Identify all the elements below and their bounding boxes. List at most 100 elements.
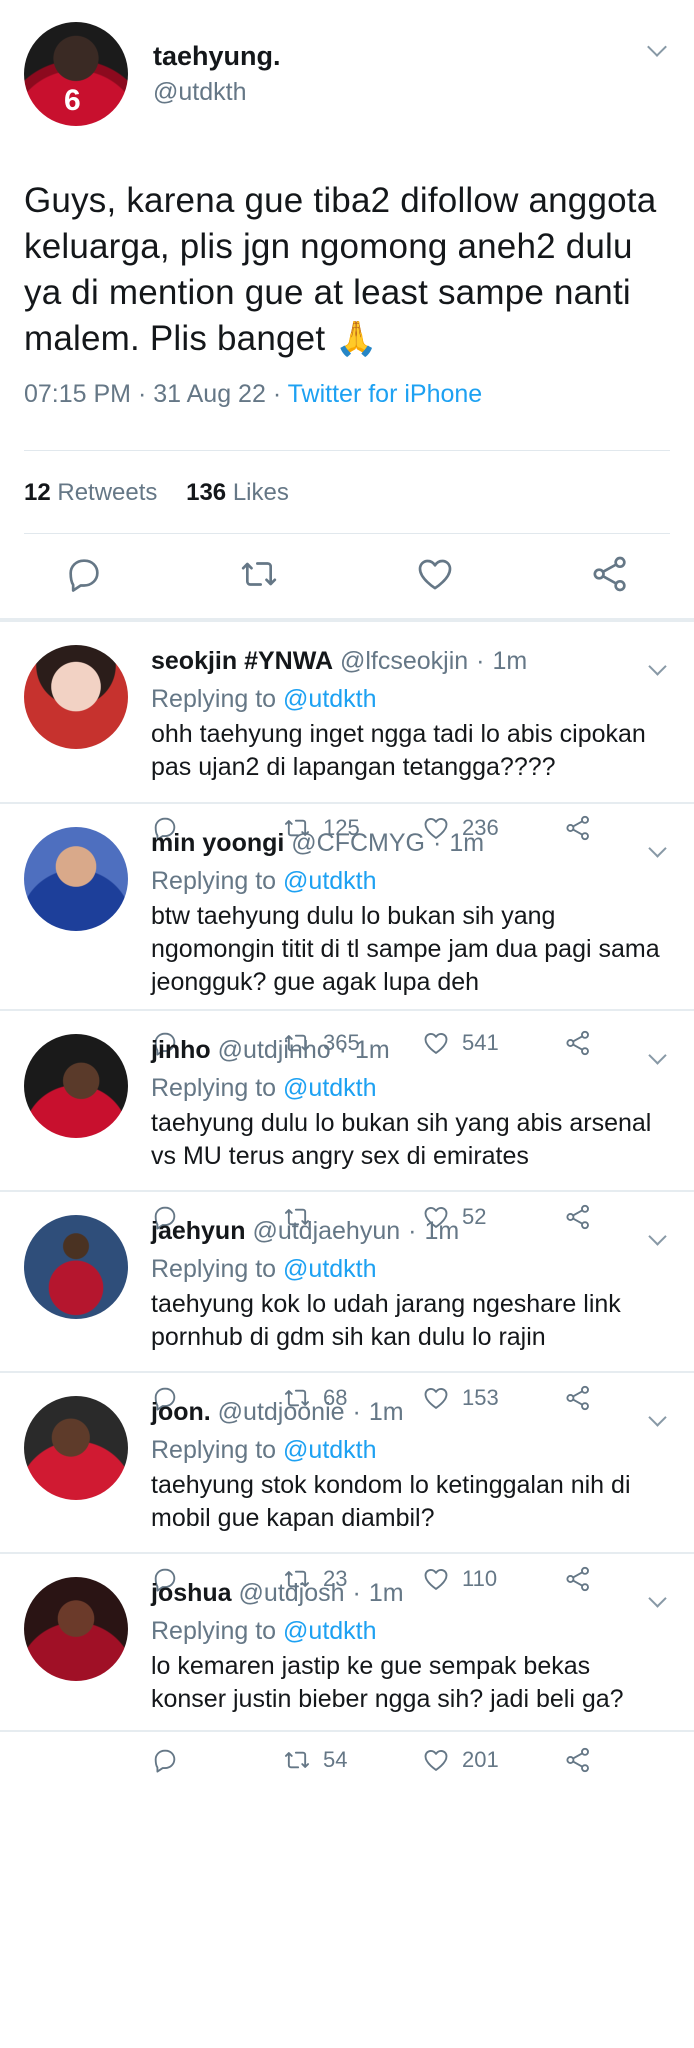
- reply-time: 1m: [424, 1217, 460, 1245]
- tweet-text: Guys, karena gue tiba2 difollow anggota …: [24, 178, 670, 362]
- reply-text: btw taehyung dulu lo bukan sih yang ngom…: [151, 902, 660, 996]
- reply-body: min yoongi @CFCMYG · 1m Replying to @utdkth…: [151, 826, 670, 1009]
- reply-author-handle[interactable]: @utdjosh: [239, 1579, 345, 1607]
- reply-author-handle[interactable]: @CFCMYG: [291, 829, 425, 857]
- reply-header: joshua @utdjosh · 1m: [151, 1576, 670, 1610]
- replying-label: Replying to: [151, 1255, 277, 1283]
- retweet-icon[interactable]: [283, 1746, 311, 1774]
- reply-author-handle[interactable]: @lfcseokjin: [340, 647, 468, 675]
- main-tweet: 6 taehyung. @utdkth Guys, karena gue tib…: [0, 0, 694, 412]
- tweet-time: 07:15 PM: [24, 380, 132, 408]
- replying-to: Replying to @utdkth: [151, 1614, 670, 1648]
- tweet-source-link[interactable]: Twitter for iPhone: [288, 380, 483, 408]
- reply-author-name[interactable]: joon.: [151, 1398, 211, 1426]
- replying-to-handle[interactable]: @utdkth: [283, 1436, 376, 1464]
- list-item[interactable]: seokjin #YNWA @lfcseokjin · 1m Replying to …: [0, 622, 694, 804]
- replying-to-handle[interactable]: @utdkth: [283, 867, 376, 895]
- avatar[interactable]: [24, 645, 128, 749]
- avatar[interactable]: [24, 1215, 128, 1319]
- reply-text: taehyung stok kondom lo ketinggalan nih …: [151, 1471, 631, 1532]
- author-name[interactable]: taehyung.: [153, 38, 281, 74]
- author-block: taehyung. @utdkth: [153, 38, 281, 110]
- reply-time: 1m: [354, 1036, 390, 1064]
- reply-body: joon. @utdjoonie · 1m Replying to @utdkth ta…: [151, 1395, 670, 1552]
- reply-time: 1m: [449, 829, 485, 857]
- avatar[interactable]: [24, 1396, 128, 1500]
- reply-icon[interactable]: [64, 554, 104, 594]
- folded-hands-icon: 🙏: [335, 319, 378, 359]
- reply-text: taehyung dulu lo bukan sih yang abis ars…: [151, 1109, 652, 1170]
- replying-label: Replying to: [151, 1074, 277, 1102]
- retweet-button[interactable]: 54: [283, 1746, 422, 1774]
- tweet-stats: 12 Retweets 136 Likes: [0, 451, 694, 533]
- replying-label: Replying to: [151, 867, 277, 895]
- replying-to-handle[interactable]: @utdkth: [283, 1617, 376, 1645]
- reply-button[interactable]: [151, 1746, 283, 1774]
- likes-count[interactable]: 136: [186, 479, 226, 506]
- replying-to: Replying to @utdkth: [151, 682, 670, 716]
- reply-actions: 54 201: [151, 1734, 670, 1786]
- meta-dot: ·: [338, 1036, 347, 1064]
- share-button[interactable]: [564, 1746, 592, 1774]
- tweet-meta: 07:15 PM · 31 Aug 22 · Twitter for iPhon…: [24, 376, 670, 412]
- reply-time: 1m: [368, 1398, 404, 1426]
- reply-header: joon. @utdjoonie · 1m: [151, 1395, 670, 1429]
- retweet-icon[interactable]: [239, 554, 279, 594]
- list-item[interactable]: joon. @utdjoonie · 1m Replying to @utdkth ta…: [0, 1373, 694, 1554]
- reply-author-name[interactable]: min yoongi: [151, 829, 284, 857]
- reply-author-handle[interactable]: @utdjinho: [218, 1036, 331, 1064]
- replying-to-handle[interactable]: @utdkth: [283, 1255, 376, 1283]
- replying-label: Replying to: [151, 1436, 277, 1464]
- main-tweet-actions: [0, 534, 694, 618]
- reply-header: seokjin #YNWA @lfcseokjin · 1m: [151, 644, 670, 678]
- retweets-label[interactable]: Retweets: [57, 479, 157, 506]
- list-item[interactable]: jaehyun @utdjaehyun · 1m Replying to @utdkt…: [0, 1192, 694, 1373]
- author-handle[interactable]: @utdkth: [153, 74, 281, 110]
- like-button[interactable]: 201: [422, 1746, 564, 1774]
- avatar[interactable]: [24, 827, 128, 931]
- list-item[interactable]: jinho @utdjinho · 1m Replying to @utdkth tae…: [0, 1011, 694, 1192]
- tweet-date: 31 Aug 22: [153, 380, 266, 408]
- reply-author-handle[interactable]: @utdjaehyun: [252, 1217, 400, 1245]
- reply-time: 1m: [492, 647, 528, 675]
- avatar[interactable]: [24, 1034, 128, 1138]
- avatar-jersey-number: 6: [64, 84, 81, 117]
- meta-dot: ·: [433, 829, 442, 857]
- meta-dot: ·: [476, 647, 485, 675]
- retweet-count: 54: [323, 1747, 348, 1772]
- heart-icon[interactable]: [422, 1746, 450, 1774]
- meta-dot: ·: [408, 1217, 417, 1245]
- main-tweet-header: 6 taehyung. @utdkth: [24, 22, 670, 126]
- reply-time: 1m: [368, 1579, 404, 1607]
- reply-body: joshua @utdjosh · 1m Replying to @utdkth lo …: [151, 1576, 670, 1730]
- avatar[interactable]: 6: [24, 22, 128, 126]
- replying-to: Replying to @utdkth: [151, 1252, 670, 1286]
- reply-header: min yoongi @CFCMYG · 1m: [151, 826, 670, 860]
- replying-to-handle[interactable]: @utdkth: [283, 685, 376, 713]
- reply-icon[interactable]: [151, 1746, 179, 1774]
- reply-author-handle[interactable]: @utdjoonie: [218, 1398, 345, 1426]
- reply-author-name[interactable]: jinho: [151, 1036, 211, 1064]
- likes-label[interactable]: Likes: [233, 479, 289, 506]
- reply-list: seokjin #YNWA @lfcseokjin · 1m Replying to …: [0, 622, 694, 1732]
- meta-dot: ·: [137, 380, 147, 408]
- retweets-count[interactable]: 12: [24, 479, 51, 506]
- replying-to-handle[interactable]: @utdkth: [283, 1074, 376, 1102]
- replying-to: Replying to @utdkth: [151, 1433, 670, 1467]
- heart-icon[interactable]: [415, 554, 455, 594]
- meta-dot: ·: [352, 1579, 361, 1607]
- share-icon[interactable]: [564, 1746, 592, 1774]
- reply-author-name[interactable]: seokjin #YNWA: [151, 647, 333, 675]
- list-item[interactable]: joshua @utdjosh · 1m Replying to @utdkth lo …: [0, 1554, 694, 1732]
- reply-author-name[interactable]: joshua: [151, 1579, 232, 1607]
- replying-label: Replying to: [151, 685, 277, 713]
- reply-text: ohh taehyung inget ngga tadi lo abis cip…: [151, 720, 646, 781]
- replying-to: Replying to @utdkth: [151, 864, 670, 898]
- reply-text: taehyung kok lo udah jarang ngeshare lin…: [151, 1290, 621, 1351]
- meta-dot: ·: [352, 1398, 361, 1426]
- avatar[interactable]: [24, 1577, 128, 1681]
- share-icon[interactable]: [590, 554, 630, 594]
- reply-author-name[interactable]: jaehyun: [151, 1217, 245, 1245]
- reply-body: seokjin #YNWA @lfcseokjin · 1m Replying to …: [151, 644, 670, 802]
- list-item[interactable]: min yoongi @CFCMYG · 1m Replying to @utdkth…: [0, 804, 694, 1011]
